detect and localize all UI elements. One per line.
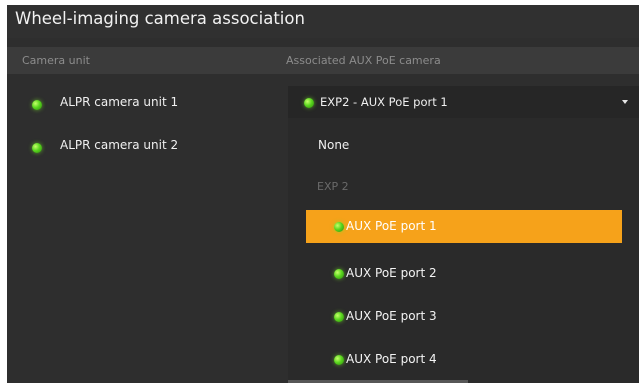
camera-unit-label: ALPR camera unit 2: [60, 138, 179, 152]
camera-unit-row[interactable]: ALPR camera unit 2: [7, 135, 287, 159]
online-status-icon: [334, 222, 344, 232]
online-status-icon: [334, 355, 344, 365]
online-status-icon: [334, 312, 344, 322]
online-status-icon: [304, 98, 314, 108]
aux-camera-select[interactable]: EXP2 - AUX PoE port 1: [288, 86, 639, 118]
camera-unit-label: ALPR camera unit 1: [60, 95, 179, 109]
column-header-associated-camera: Associated AUX PoE camera: [286, 54, 441, 67]
option-aux-poe-port-1[interactable]: AUX PoE port 1: [306, 210, 622, 243]
option-label: AUX PoE port 2: [346, 266, 437, 280]
online-status-icon: [32, 100, 42, 110]
option-label: AUX PoE port 4: [346, 352, 437, 366]
online-status-icon: [334, 269, 344, 279]
camera-unit-row[interactable]: ALPR camera unit 1: [7, 92, 287, 116]
dropdown-bottom-edge: [288, 380, 468, 383]
dialog-title: Wheel-imaging camera association: [15, 9, 305, 28]
title-bar: Wheel-imaging camera association: [7, 5, 639, 38]
online-status-icon: [32, 143, 42, 153]
option-label: AUX PoE port 1: [346, 219, 437, 233]
chevron-down-icon[interactable]: [622, 100, 628, 104]
aux-camera-dropdown-menu: None EXP 2 AUX PoE port 1 AUX PoE port 2…: [288, 118, 639, 383]
option-label: AUX PoE port 3: [346, 309, 437, 323]
option-aux-poe-port-4[interactable]: AUX PoE port 4: [306, 343, 622, 376]
option-aux-poe-port-3[interactable]: AUX PoE port 3: [306, 300, 622, 333]
association-dialog: Wheel-imaging camera association Camera …: [7, 5, 639, 383]
option-none[interactable]: None: [318, 138, 349, 152]
select-value: EXP2 - AUX PoE port 1: [320, 95, 448, 109]
option-aux-poe-port-2[interactable]: AUX PoE port 2: [306, 257, 622, 290]
table-header: Camera unit Associated AUX PoE camera: [7, 47, 639, 74]
option-group-label: EXP 2: [317, 180, 349, 193]
column-header-camera-unit: Camera unit: [22, 54, 90, 67]
